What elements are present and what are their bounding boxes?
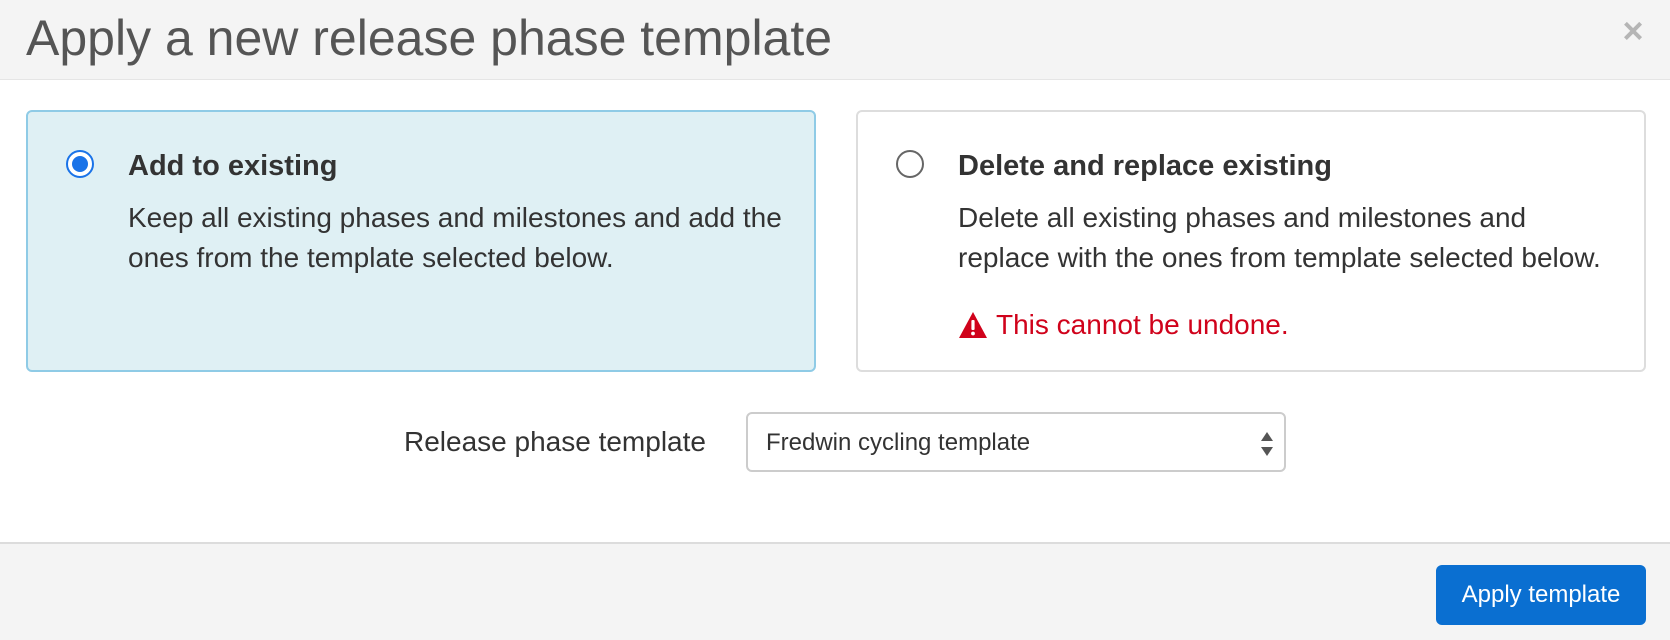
add-to-existing-radio[interactable] <box>66 150 94 178</box>
dialog-footer: Apply template <box>0 542 1670 640</box>
warning-text: This cannot be undone. <box>996 309 1289 340</box>
option-title: Add to existing <box>128 150 338 182</box>
template-select-value: Fredwin cycling template <box>766 429 1031 456</box>
dialog-header: Apply a new release phase template × <box>0 0 1670 80</box>
delete-and-replace-radio[interactable] <box>896 150 924 178</box>
option-delete-and-replace[interactable]: Delete and replace existing Delete all e… <box>856 110 1646 372</box>
template-select[interactable]: Fredwin cycling template <box>746 412 1286 472</box>
warning-icon <box>959 312 987 338</box>
template-field-label: Release phase template <box>404 426 706 457</box>
apply-template-dialog: Apply a new release phase template × Add… <box>0 0 1670 640</box>
dialog-title: Apply a new release phase template <box>26 10 833 66</box>
option-add-to-existing[interactable]: Add to existing Keep all existing phases… <box>26 110 816 372</box>
select-arrows-icon <box>1261 432 1273 456</box>
close-icon[interactable]: × <box>1618 13 1648 49</box>
apply-template-button[interactable]: Apply template <box>1436 565 1646 625</box>
option-title: Delete and replace existing <box>958 150 1332 182</box>
option-description: Delete all existing phases and milestone… <box>958 202 1601 273</box>
warning-message: This cannot be undone. <box>958 307 1289 343</box>
option-description: Keep all existing phases and milestones … <box>128 202 782 273</box>
